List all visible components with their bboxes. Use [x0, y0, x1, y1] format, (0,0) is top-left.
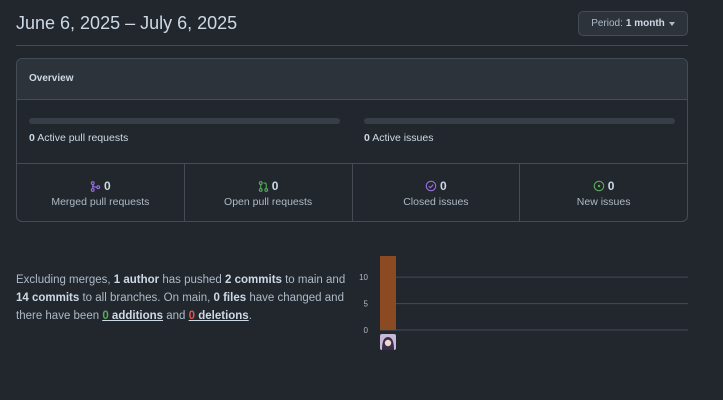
- chart-y-tick-label: 5: [364, 300, 369, 309]
- author-avatar[interactable]: [380, 334, 396, 350]
- authors-count: 1 author: [113, 274, 160, 286]
- closed-issues-count: 0: [440, 179, 447, 193]
- pulse-page: June 6, 2025 – July 6, 2025 Period: 1 mo…: [0, 0, 723, 400]
- active-issues-count: 0: [364, 132, 370, 144]
- active-pull-requests-count: 0: [29, 132, 35, 144]
- chevron-down-icon: [668, 22, 675, 26]
- pull-requests-progress-bar: [29, 118, 340, 124]
- open-pull-requests-stat[interactable]: 0 Open pull requests: [185, 164, 353, 221]
- additions-word: additions: [108, 310, 164, 322]
- summary-text-7: .: [248, 310, 252, 322]
- period-value: 1 month: [625, 18, 665, 29]
- deletions-link[interactable]: 0 deletions: [189, 310, 249, 322]
- period-dropdown-button[interactable]: Period: 1 month: [578, 11, 688, 36]
- merged-pull-requests-label: Merged pull requests: [51, 196, 150, 208]
- active-pull-requests-label: 0 Active pull requests: [29, 132, 340, 144]
- open-pull-requests-label: Open pull requests: [224, 196, 313, 208]
- active-pull-requests-text: Active pull requests: [37, 132, 129, 144]
- commits-by-author-chart: 0 5 10: [359, 256, 688, 350]
- activity-progress-row: 0 Active pull requests 0 Active issues: [17, 100, 687, 164]
- overview-panel: Overview 0 Active pull requests 0 Active…: [16, 58, 688, 222]
- overview-stats: 0 Merged pull requests 0 Open pull reque…: [17, 164, 687, 221]
- files-changed-count: 0 files: [213, 292, 247, 304]
- page-title: June 6, 2025 – July 6, 2025: [16, 13, 238, 33]
- active-issues-label: 0 Active issues: [364, 132, 675, 144]
- closed-issues-label: Closed issues: [403, 196, 469, 208]
- commit-summary: Excluding merges, 1 author has pushed 2 …: [16, 271, 356, 325]
- new-issues-count: 0: [607, 179, 615, 193]
- git-pull-request-icon: [258, 180, 269, 192]
- active-issues-text: Active issues: [372, 132, 434, 144]
- summary-text-4: to all branches. On main,: [79, 292, 214, 304]
- new-issues-stat[interactable]: 0 New issues: [520, 164, 687, 221]
- active-pull-requests-summary[interactable]: 0 Active pull requests: [29, 118, 340, 144]
- summary-text-2: has pushed: [159, 274, 226, 286]
- issue-closed-icon: [425, 180, 437, 192]
- summary-text-1: Excluding merges,: [16, 274, 114, 286]
- overview-title: Overview: [17, 59, 687, 100]
- deletions-word: deletions: [195, 310, 249, 322]
- additions-link[interactable]: 0 additions: [102, 310, 163, 322]
- chart-bar: [380, 256, 396, 330]
- summary-text-6: and: [163, 310, 189, 322]
- commits-all-count: 14 commits: [16, 292, 80, 304]
- new-issues-label: New issues: [576, 196, 631, 208]
- closed-issues-stat[interactable]: 0 Closed issues: [353, 164, 521, 221]
- merged-pull-requests-stat[interactable]: 0 Merged pull requests: [17, 164, 185, 221]
- period-label: Period:: [591, 18, 623, 29]
- pulse-header: June 6, 2025 – July 6, 2025 Period: 1 mo…: [16, 0, 688, 46]
- summary-text-3: to main and: [281, 274, 346, 286]
- merged-pull-requests-count: 0: [104, 179, 111, 193]
- active-issues-summary[interactable]: 0 Active issues: [364, 118, 675, 144]
- git-merge-icon: [90, 180, 101, 192]
- commits-main-count: 2 commits: [225, 274, 282, 286]
- issue-opened-icon: [593, 180, 605, 192]
- chart-y-tick-label: 10: [359, 273, 368, 282]
- open-pull-requests-count: 0: [271, 179, 279, 193]
- issues-progress-bar: [364, 118, 675, 124]
- chart-y-tick-label: 0: [364, 326, 369, 335]
